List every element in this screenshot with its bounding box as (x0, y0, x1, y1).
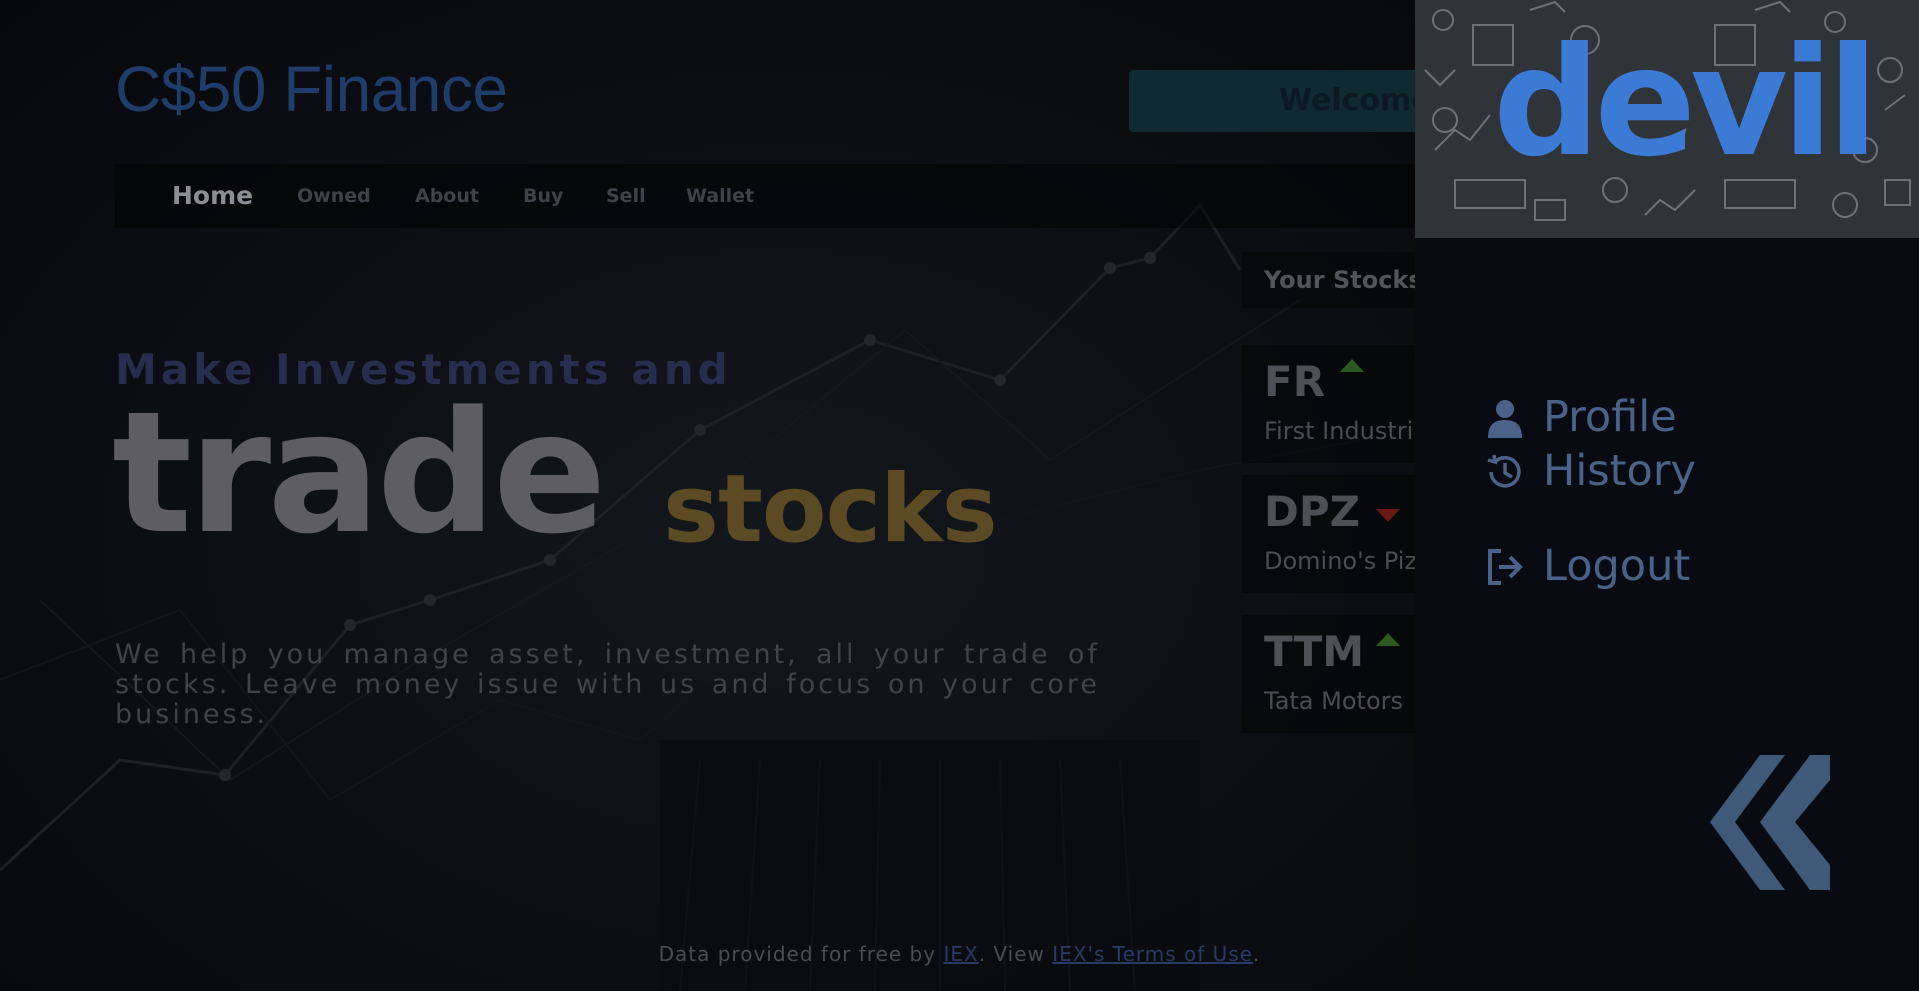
stock-symbol: TTM (1264, 627, 1365, 676)
stock-symbol: DPZ (1264, 487, 1361, 536)
hero-description: We help you manage asset, investment, al… (115, 639, 1100, 730)
main-nav: Home Owned About Buy Sell Wallet (115, 164, 1420, 228)
trend-up-icon (1340, 359, 1364, 372)
brand-logo-text[interactable]: C$50 Finance (115, 52, 508, 126)
iex-link[interactable]: IEX (943, 942, 978, 966)
nav-wallet[interactable]: Wallet (686, 164, 754, 228)
stock-name: Tata Motors (1264, 687, 1403, 715)
stock-symbol: FR (1264, 357, 1326, 406)
stock-card[interactable]: TTM Tata Motors (1242, 615, 1422, 733)
history-icon (1487, 454, 1521, 488)
welcome-banner: Welcome (1129, 70, 1429, 132)
stock-card[interactable]: DPZ Domino's Pizza (1242, 475, 1422, 593)
your-stocks-title: Your Stocks (1242, 252, 1422, 308)
hero-big-word: trade (112, 375, 607, 571)
nav-home[interactable]: Home (172, 164, 253, 228)
menu-history-label: History (1543, 446, 1696, 496)
nav-about[interactable]: About (415, 164, 479, 228)
nav-sell[interactable]: Sell (606, 164, 646, 228)
nav-buy[interactable]: Buy (523, 164, 563, 228)
trend-up-icon (1376, 633, 1400, 646)
nav-owned[interactable]: Owned (297, 164, 371, 228)
hero-accent-word: stocks (663, 455, 998, 564)
footer-middle: . View (978, 942, 1053, 966)
iex-terms-link[interactable]: IEX's Terms of Use (1052, 942, 1253, 966)
username-display: devil (1493, 16, 1879, 190)
footer-suffix: . (1253, 942, 1261, 966)
stock-name: Domino's Pizza (1264, 547, 1422, 575)
stock-card[interactable]: FR First Industrial (1242, 345, 1422, 463)
menu-profile-label: Profile (1543, 392, 1677, 442)
stock-name: First Industrial (1264, 417, 1422, 445)
menu-logout-label: Logout (1543, 541, 1691, 591)
trend-down-icon (1376, 509, 1400, 522)
logout-icon (1488, 549, 1523, 585)
user-sidebar: devil Profile History Logout (1415, 0, 1919, 991)
brand-chevron-logo (1710, 755, 1830, 890)
sidebar-banner: devil (1415, 0, 1919, 238)
user-icon (1488, 400, 1522, 438)
footer-prefix: Data provided for free by (658, 942, 944, 966)
